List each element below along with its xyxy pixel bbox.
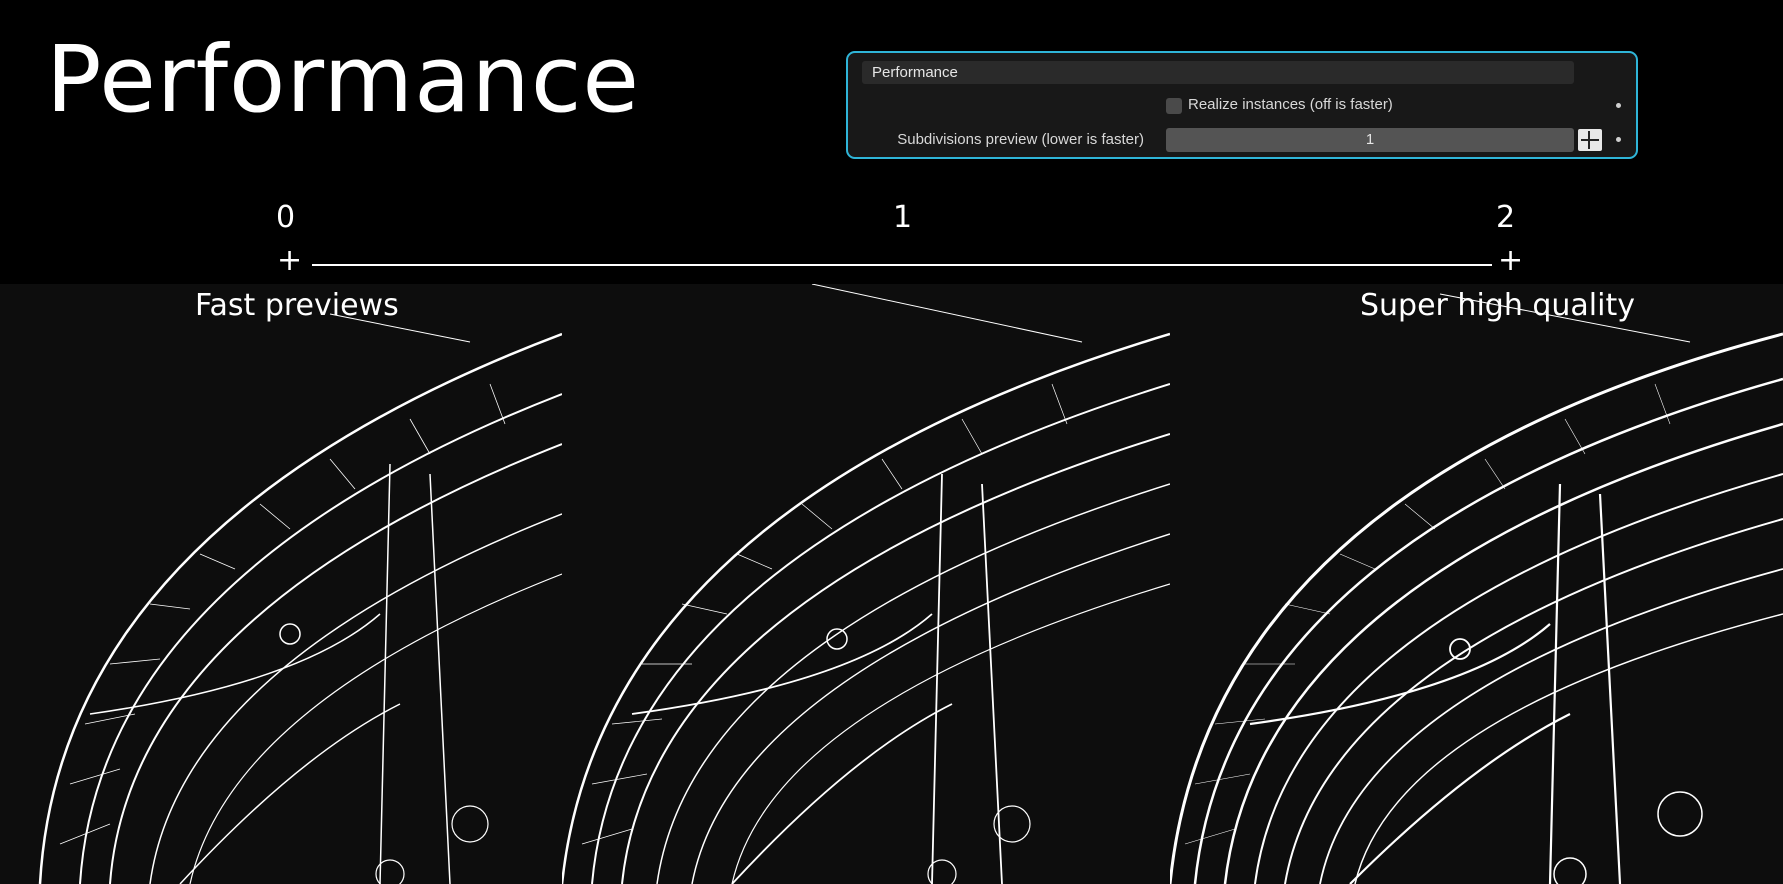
wheel-wireframe-high — [1170, 293, 1783, 884]
page-title: Performance — [46, 26, 640, 133]
keyframe-dot-icon[interactable] — [1616, 103, 1621, 108]
subdivisions-row: Subdivisions preview (lower is faster) 1 — [848, 128, 1636, 152]
scale-marker-left: + — [277, 243, 303, 278]
keyframe-dot-icon[interactable] — [1616, 137, 1621, 142]
realize-instances-row: Realize instances (off is faster) — [848, 94, 1636, 118]
wheel-wireframe-medium — [562, 284, 1170, 884]
scale-tick-2: 2 — [1496, 200, 1516, 235]
scale-marker-right: + — [1498, 243, 1524, 278]
wheel-wireframe-low — [38, 313, 562, 884]
scale-tick-0: 0 — [276, 200, 296, 235]
realize-instances-label[interactable]: Realize instances (off is faster) — [1188, 96, 1393, 113]
panel-header[interactable]: Performance — [862, 61, 1574, 84]
performance-panel: Performance Realize instances (off is fa… — [846, 51, 1638, 159]
caption-fast-previews: Fast previews — [195, 288, 399, 323]
subdivisions-label: Subdivisions preview (lower is faster) — [897, 131, 1144, 148]
caption-super-high-quality: Super high quality — [1360, 288, 1635, 323]
realize-instances-checkbox[interactable] — [1166, 98, 1182, 114]
scale-tick-1: 1 — [893, 200, 913, 235]
subdivisions-input[interactable]: 1 — [1166, 128, 1574, 152]
scale-line — [312, 264, 1492, 266]
node-socket-icon[interactable] — [1578, 129, 1602, 151]
